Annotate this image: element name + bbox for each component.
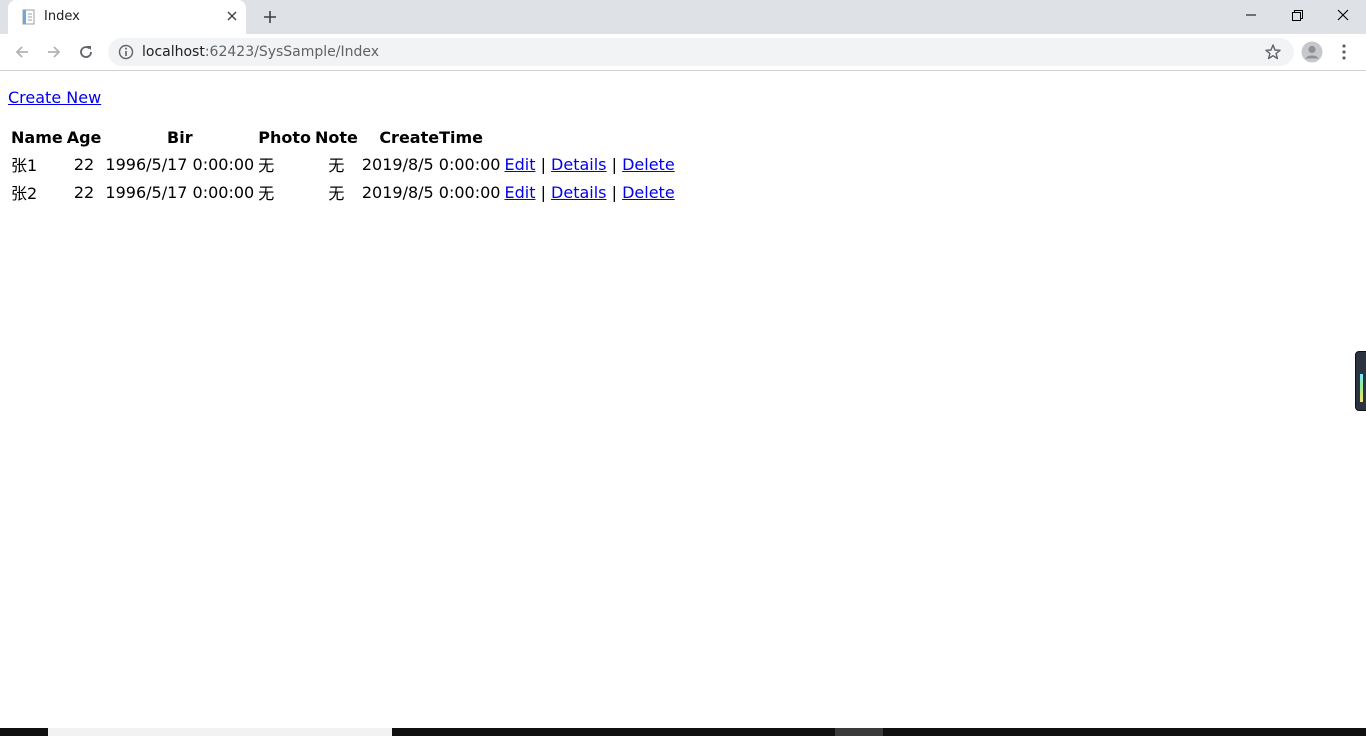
- profile-avatar-icon[interactable]: [1301, 41, 1323, 63]
- action-separator: |: [611, 182, 617, 202]
- close-window-icon[interactable]: [1320, 0, 1366, 30]
- action-separator: |: [611, 154, 617, 174]
- details-link[interactable]: Details: [551, 155, 606, 174]
- action-separator: |: [540, 182, 546, 202]
- sample-table: Name Age Bir Photo Note CreateTime 张1 22…: [8, 124, 678, 207]
- header-name: Name: [11, 128, 63, 147]
- cell-note: 无: [328, 184, 345, 203]
- address-bar[interactable]: localhost:62423/SysSample/Index: [108, 38, 1294, 66]
- info-icon[interactable]: [118, 44, 134, 60]
- delete-link[interactable]: Delete: [622, 183, 675, 202]
- close-tab-icon[interactable]: [224, 8, 240, 24]
- header-createtime: CreateTime: [379, 128, 484, 147]
- table-row: 张2 22 1996/5/17 0:00:00 无 无 2019/8/5 0:0…: [10, 179, 676, 205]
- cell-name: 张2: [11, 184, 38, 203]
- browser-tab[interactable]: Index: [8, 0, 246, 34]
- restore-icon[interactable]: [1274, 0, 1320, 30]
- url-path: :62423/SysSample/Index: [204, 44, 380, 60]
- side-widget-handle[interactable]: [1355, 351, 1366, 411]
- tab-strip: Index: [0, 0, 1366, 34]
- tab-title: Index: [44, 9, 80, 24]
- kebab-menu-icon[interactable]: [1334, 41, 1354, 63]
- url-text[interactable]: localhost:62423/SysSample/Index: [142, 44, 379, 60]
- minimize-icon[interactable]: [1228, 0, 1274, 30]
- back-arrow-icon[interactable]: [10, 40, 34, 64]
- cell-note: 无: [328, 156, 345, 175]
- edit-link[interactable]: Edit: [504, 183, 535, 202]
- url-host: localhost: [142, 44, 205, 60]
- cell-photo: 无: [258, 184, 275, 203]
- cell-age: 22: [73, 182, 95, 202]
- cell-actions: Edit | Details | Delete: [503, 151, 675, 177]
- taskbar-search-box[interactable]: [48, 728, 392, 736]
- cell-photo: 无: [258, 156, 275, 175]
- cell-createtime: 2019/8/5 0:00:00: [361, 182, 501, 202]
- taskbar-app-button[interactable]: [835, 728, 883, 736]
- header-bir: Bir: [167, 128, 193, 147]
- browser-toolbar: localhost:62423/SysSample/Index: [0, 34, 1366, 71]
- cell-bir: 1996/5/17 0:00:00: [105, 154, 255, 174]
- create-new-link[interactable]: Create New: [8, 88, 101, 107]
- edit-link[interactable]: Edit: [504, 155, 535, 174]
- new-tab-plus-icon[interactable]: [259, 6, 281, 28]
- forward-arrow-icon[interactable]: [42, 40, 66, 64]
- os-taskbar: [0, 728, 1366, 736]
- bookmark-star-icon[interactable]: [1264, 43, 1282, 61]
- reload-icon[interactable]: [74, 40, 98, 64]
- level-bars-icon: [1360, 374, 1363, 402]
- cell-actions: Edit | Details | Delete: [503, 179, 675, 205]
- cell-createtime: 2019/8/5 0:00:00: [361, 154, 501, 174]
- page-favicon-icon: [21, 9, 37, 25]
- header-age: Age: [66, 128, 102, 147]
- action-separator: |: [540, 154, 546, 174]
- cell-age: 22: [73, 154, 95, 174]
- header-actions: [503, 126, 675, 149]
- header-note: Note: [314, 128, 358, 147]
- cell-name: 张1: [11, 156, 38, 175]
- details-link[interactable]: Details: [551, 183, 606, 202]
- delete-link[interactable]: Delete: [622, 155, 675, 174]
- table-row: 张1 22 1996/5/17 0:00:00 无 无 2019/8/5 0:0…: [10, 151, 676, 177]
- cell-bir: 1996/5/17 0:00:00: [105, 182, 255, 202]
- header-photo: Photo: [258, 128, 311, 147]
- table-header-row: Name Age Bir Photo Note CreateTime: [10, 126, 676, 149]
